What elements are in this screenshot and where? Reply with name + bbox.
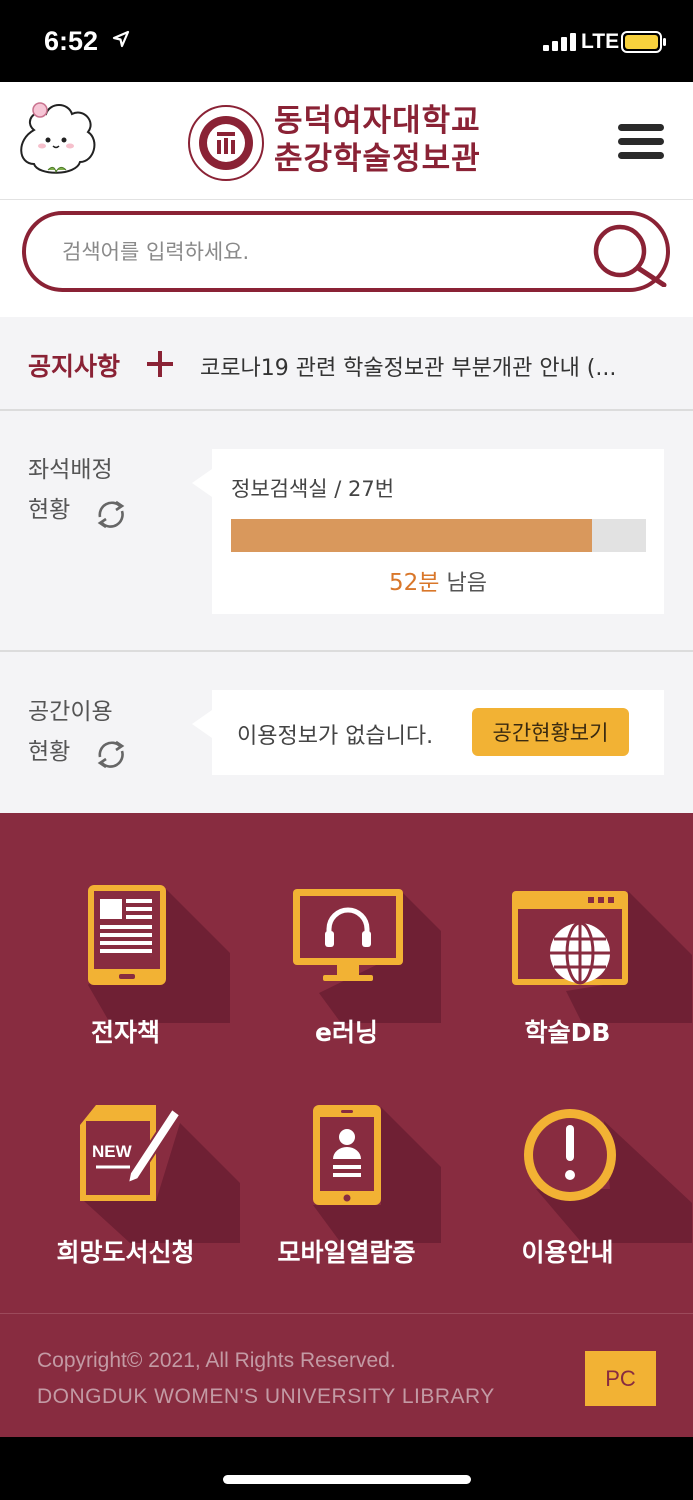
signal-icon (543, 33, 576, 51)
search-section (0, 200, 693, 317)
app-header: 동덕여자대학교 춘강학술정보관 (0, 82, 693, 200)
info-exclamation-icon (524, 1109, 692, 1243)
pc-version-button[interactable]: PC (585, 1351, 656, 1406)
seat-room-number: 정보검색실 / 27번 (231, 477, 395, 501)
menu-label: 학술DB (524, 1018, 611, 1047)
university-seal-logo (188, 105, 264, 181)
menu-label: 이용안내 (521, 1238, 614, 1267)
seat-card: 정보검색실 / 27번 52분 남음 (192, 449, 664, 614)
network-type: LTE (581, 30, 620, 53)
plus-icon[interactable] (146, 350, 174, 378)
copyright-text: Copyright© 2021, All Rights Reserved. (37, 1349, 396, 1372)
svg-text:NEW: NEW (92, 1142, 133, 1161)
notice-headline[interactable]: 코로나19 관련 학술정보관 부분개관 안내 (... (200, 350, 670, 382)
footer: Copyright© 2021, All Rights Reserved. DO… (0, 1313, 693, 1437)
mobile-id-card-icon (313, 1105, 441, 1243)
seat-assignment-section: 좌석배정 현황 정보검색실 / 27번 52분 남음 (0, 411, 693, 652)
menu-ebook[interactable]: 전자책 (10, 873, 241, 1103)
menu-label: 희망도서신청 (56, 1238, 195, 1267)
home-indicator[interactable] (223, 1475, 471, 1484)
menu-book-request[interactable]: NEW 희망도서신청 (10, 1093, 241, 1313)
refresh-icon[interactable] (94, 497, 128, 531)
menu-academic-db[interactable]: 학술DB (452, 873, 692, 1103)
globe-browser-icon (512, 891, 692, 1023)
seat-time-progress (231, 519, 646, 552)
seat-label-line1: 좌석배정 (28, 457, 113, 483)
remaining-suffix: 남음 (439, 571, 487, 596)
search-icon[interactable] (588, 221, 670, 287)
search-box (22, 211, 670, 292)
battery-icon (621, 31, 666, 53)
library-logo-text[interactable]: 동덕여자대학교 춘강학술정보관 (274, 102, 481, 178)
space-message: 이용정보가 없습니다. (237, 724, 434, 749)
refresh-icon[interactable] (94, 737, 128, 771)
logo-line-university: 동덕여자대학교 (274, 103, 481, 139)
menu-label: 모바일열람증 (277, 1238, 416, 1267)
seat-time-progress-fill (231, 519, 593, 552)
new-book-request-icon: NEW (80, 1105, 240, 1243)
home-indicator-area (0, 1437, 693, 1500)
location-arrow-icon (112, 30, 130, 48)
status-bar: 6:52 LTE (0, 0, 693, 82)
search-input[interactable] (62, 235, 562, 269)
ebook-icon (88, 885, 230, 1023)
status-time: 6:52 (44, 26, 99, 56)
mascot-cloud-icon[interactable] (14, 100, 98, 182)
menu-label: e러닝 (315, 1018, 378, 1047)
menu-label: 전자책 (90, 1018, 160, 1047)
space-usage-section: 공간이용 현황 이용정보가 없습니다. 공간현황보기 (0, 652, 693, 813)
menu-mobile-card[interactable]: 모바일열람증 (231, 1093, 462, 1313)
notice-bar: 공지사항 코로나19 관련 학술정보관 부분개관 안내 (... (0, 317, 693, 411)
menu-elearning[interactable]: e러닝 (231, 873, 462, 1103)
space-status-button[interactable]: 공간현황보기 (472, 708, 629, 756)
logo-line-library: 춘강학술정보관 (274, 141, 481, 177)
headphones-monitor-icon (293, 889, 441, 1023)
space-card: 이용정보가 없습니다. 공간현황보기 (192, 690, 664, 775)
seat-remaining: 52분 남음 (212, 563, 664, 597)
notice-label[interactable]: 공지사항 (28, 347, 120, 383)
service-menu-grid: 전자책 e러닝 학술DB NEW 희망도서신청 모바일열람증 이용안내 (0, 813, 693, 1313)
library-name-text: DONGDUK WOMEN'S UNIVERSITY LIBRARY (37, 1385, 495, 1408)
menu-usage-guide[interactable]: 이용안내 (452, 1093, 692, 1313)
remaining-minutes: 52분 (389, 570, 440, 596)
hamburger-menu-icon[interactable] (618, 124, 664, 164)
space-label-line1: 공간이용 (28, 699, 113, 725)
